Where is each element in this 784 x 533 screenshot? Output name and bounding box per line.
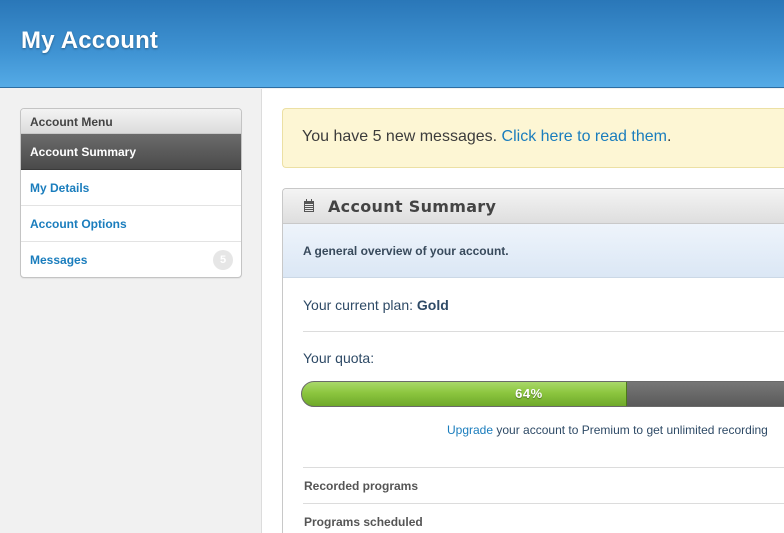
page-title: My Account bbox=[21, 27, 159, 54]
upgrade-row: Upgrade your account to Premium to get u… bbox=[447, 423, 768, 437]
quota-progress-bar: 64% bbox=[301, 381, 784, 407]
sidebar-item-messages[interactable]: Messages 5 bbox=[21, 242, 241, 277]
sidebar-item-my-details[interactable]: My Details bbox=[21, 170, 241, 206]
programs-scheduled-label: Programs scheduled bbox=[304, 515, 423, 529]
quota-label: Your quota: bbox=[303, 350, 375, 366]
divider bbox=[303, 331, 784, 332]
panel-header: Account Summary bbox=[283, 189, 784, 224]
sidebar-item-label: Account Summary bbox=[30, 145, 137, 159]
upgrade-link[interactable]: Upgrade bbox=[447, 423, 493, 437]
sidebar-item-label: Messages bbox=[30, 253, 88, 267]
panel-title: Account Summary bbox=[328, 197, 497, 216]
messages-notice: You have 5 new messages. Click here to r… bbox=[282, 108, 784, 168]
account-menu: Account Menu Account Summary My Details … bbox=[20, 108, 242, 278]
recorded-programs-label: Recorded programs bbox=[304, 479, 419, 493]
account-summary-panel: Account Summary A general overview of yo… bbox=[282, 188, 784, 533]
notice-suffix: . bbox=[666, 128, 672, 145]
current-plan-row: Your current plan: Gold bbox=[303, 297, 449, 313]
plan-value: Gold bbox=[416, 297, 449, 313]
read-messages-link[interactable]: Click here to read them bbox=[502, 128, 667, 145]
panel-description: A general overview of your account. bbox=[283, 224, 784, 278]
messages-count-badge: 5 bbox=[213, 250, 233, 270]
upgrade-text: your account to Premium to get unlimited… bbox=[496, 423, 768, 437]
plan-label: Your current plan: bbox=[303, 297, 413, 313]
calendar-icon bbox=[304, 199, 314, 212]
sidebar-item-label: Account Options bbox=[30, 217, 127, 231]
quota-percent-label: 64% bbox=[515, 386, 543, 401]
account-menu-title: Account Menu bbox=[21, 109, 241, 134]
sidebar-item-account-options[interactable]: Account Options bbox=[21, 206, 241, 242]
sidebar-item-label: My Details bbox=[30, 181, 90, 195]
divider bbox=[303, 503, 784, 504]
divider bbox=[303, 467, 784, 468]
page-header: My Account bbox=[0, 0, 784, 88]
notice-text: You have 5 new messages. bbox=[302, 128, 498, 145]
sidebar-item-account-summary[interactable]: Account Summary bbox=[21, 134, 241, 170]
quota-progress-fill bbox=[302, 382, 628, 406]
